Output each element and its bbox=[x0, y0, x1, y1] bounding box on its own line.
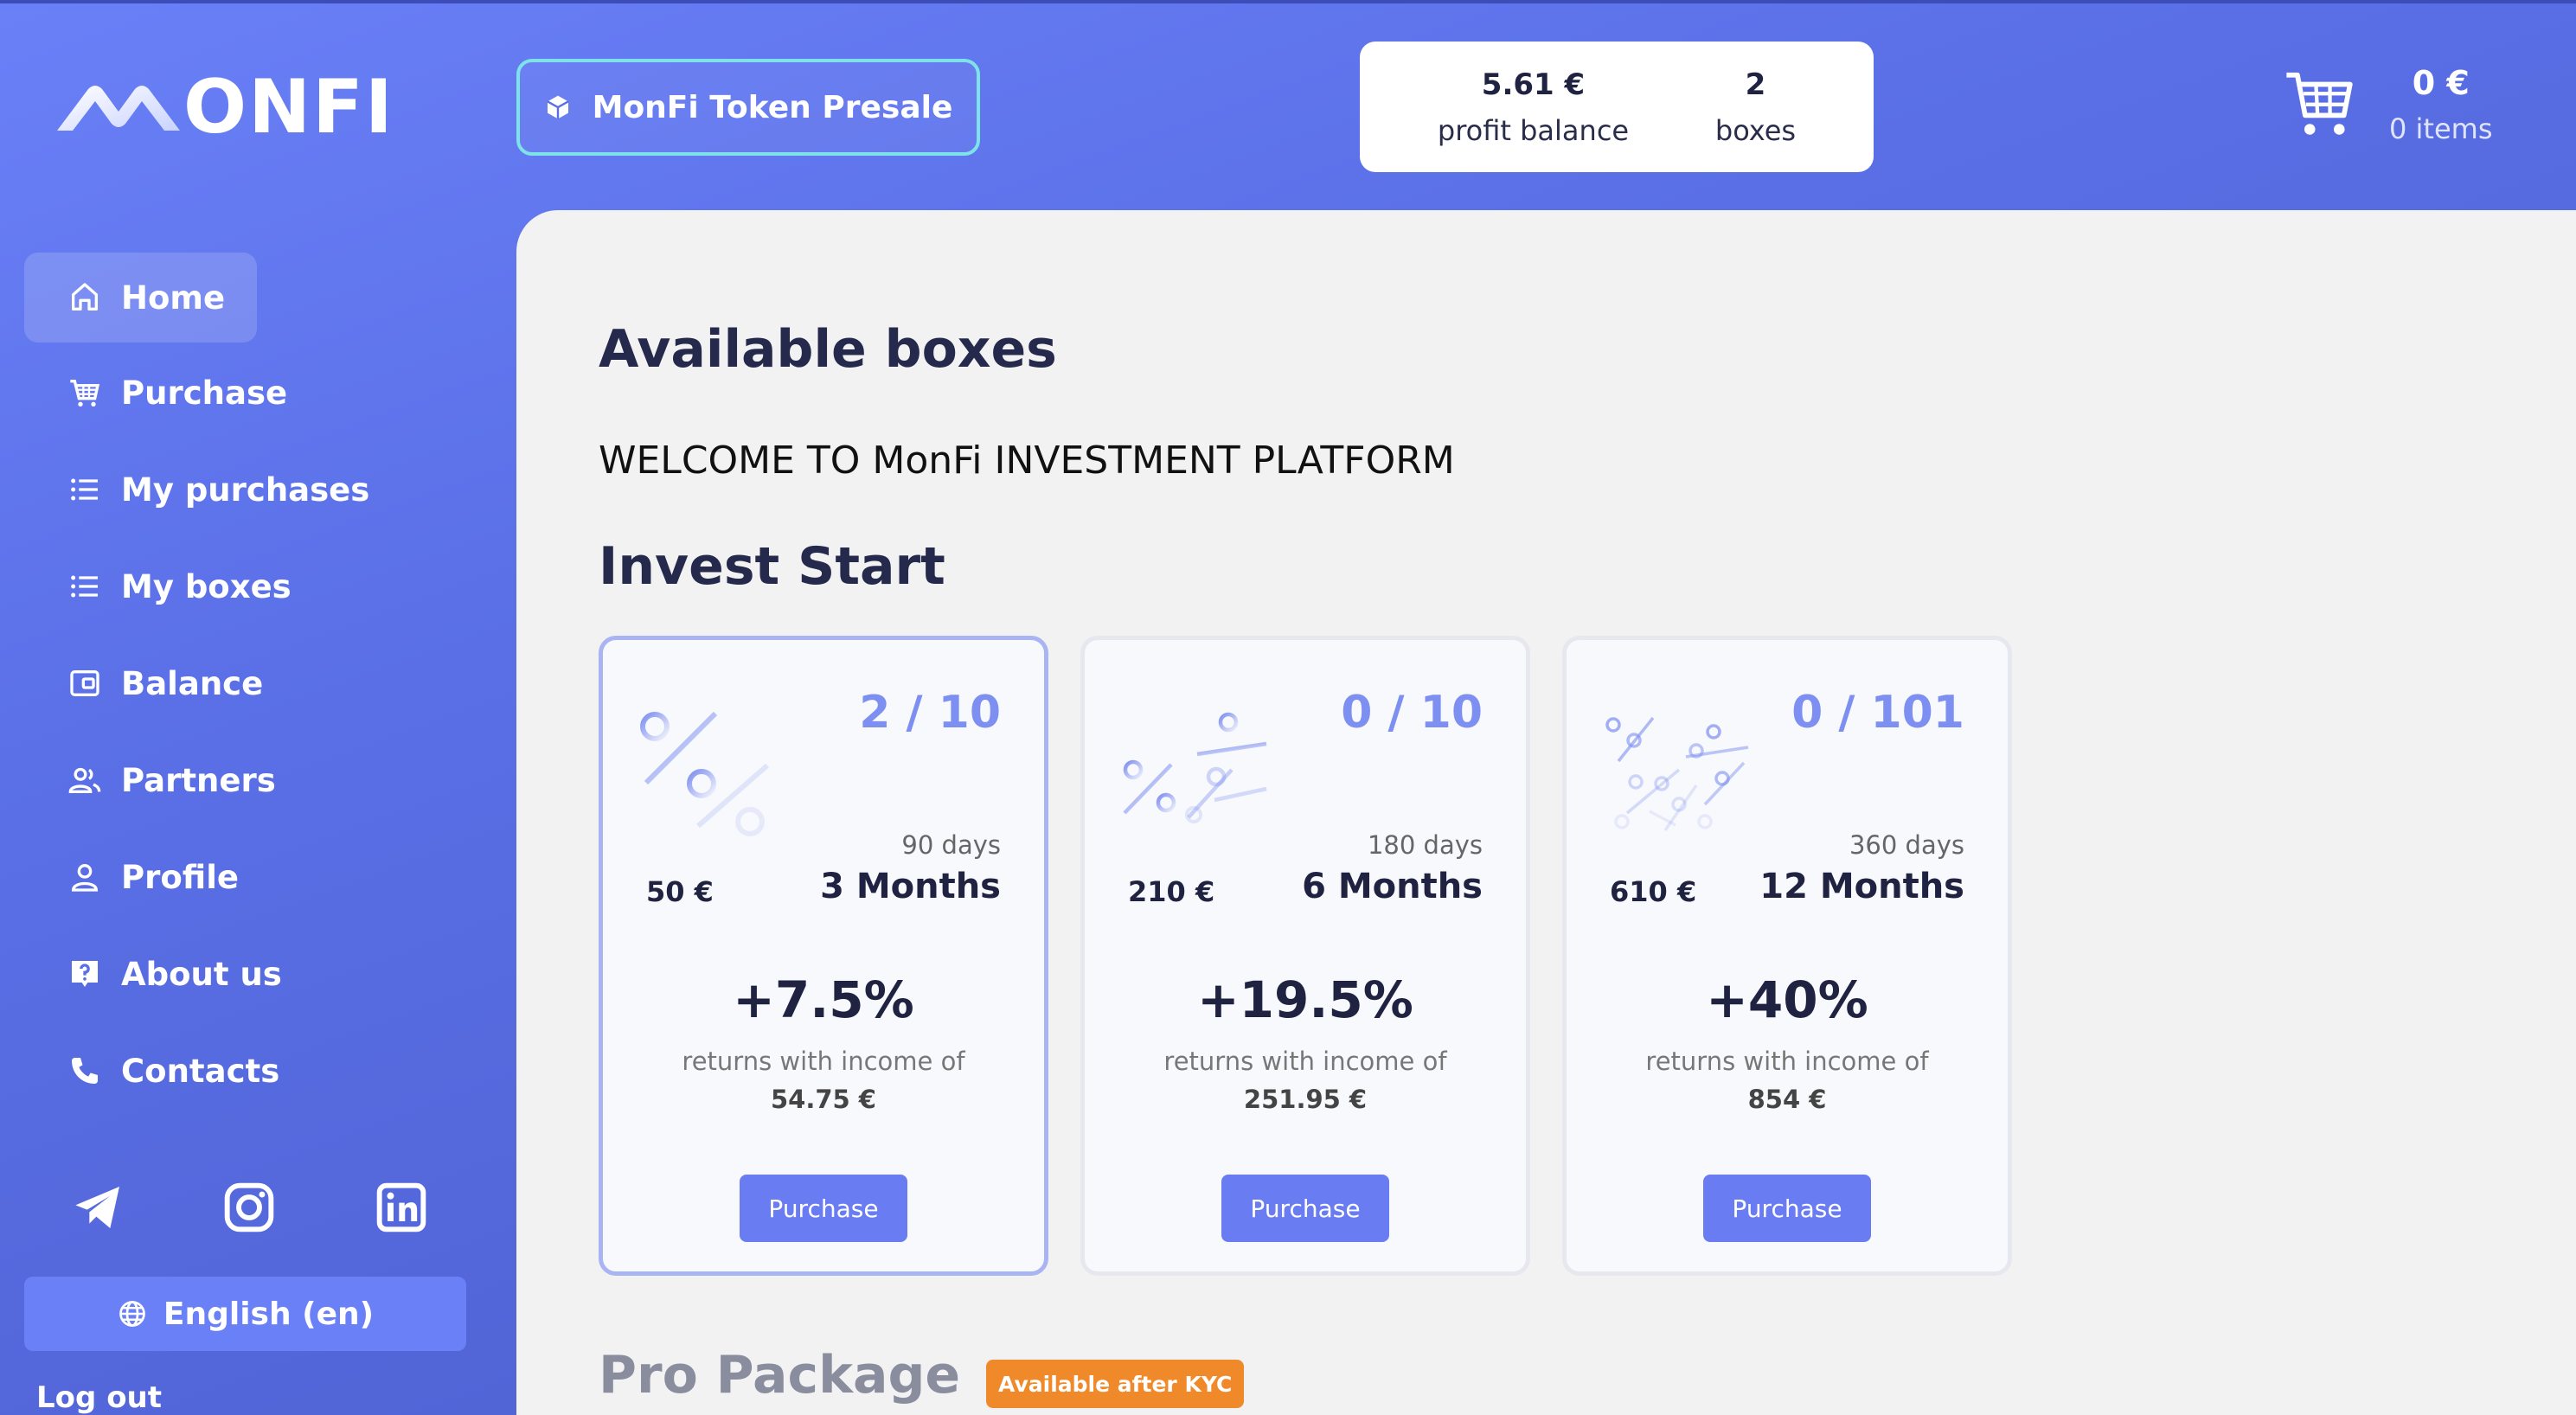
sidebar-item-partners[interactable]: Partners bbox=[24, 735, 321, 825]
sidebar-item-label: Balance bbox=[121, 664, 264, 702]
profit-balance-label: profit balance bbox=[1437, 113, 1630, 147]
sidebar-item-purchase[interactable]: Purchase bbox=[24, 348, 332, 438]
balance-summary-card: 5.61 € profit balance 2 boxes bbox=[1360, 42, 1874, 172]
box-price: 50 € bbox=[646, 875, 714, 908]
sidebar-item-label: My purchases bbox=[121, 471, 370, 509]
cart-items-count: 0 items bbox=[2389, 112, 2493, 145]
question-icon bbox=[72, 961, 98, 987]
logo[interactable]: ONFI bbox=[54, 64, 460, 150]
box-returns-label: returns with income of bbox=[682, 1047, 965, 1076]
box-duration-months: 6 Months bbox=[1302, 867, 1483, 906]
wallet-icon bbox=[70, 670, 99, 696]
investment-box-12-months[interactable]: 0 / 101 360 days 610 € 12 Months +40% re… bbox=[1562, 636, 2012, 1276]
sidebar-item-label: Contacts bbox=[121, 1052, 280, 1090]
sidebar-item-label: Profile bbox=[121, 858, 239, 896]
sidebar-item-balance[interactable]: Balance bbox=[24, 638, 308, 728]
instagram-icon[interactable] bbox=[221, 1180, 277, 1235]
token-presale-button[interactable]: MonFi Token Presale bbox=[516, 59, 980, 156]
profit-balance-stat: 5.61 € profit balance bbox=[1438, 67, 1629, 147]
purchase-button[interactable]: Purchase bbox=[740, 1175, 907, 1242]
globe-icon bbox=[119, 1301, 145, 1327]
logo-text: ONFI bbox=[183, 64, 394, 150]
box-availability-count: 0 / 10 bbox=[1341, 687, 1483, 739]
user-icon bbox=[71, 864, 99, 892]
section-title-pro-package: Pro Package bbox=[599, 1345, 961, 1405]
box-return-percent: +7.5% bbox=[733, 970, 914, 1029]
phone-icon bbox=[72, 1058, 98, 1084]
box-duration-months: 12 Months bbox=[1759, 867, 1964, 906]
profit-balance-value: 5.61 € bbox=[1481, 67, 1586, 102]
welcome-text: WELCOME TO MonFi INVESTMENT PLATFORM bbox=[599, 439, 1455, 483]
sidebar-item-label: Purchase bbox=[121, 374, 288, 412]
kyc-required-badge: Available after KYC bbox=[986, 1360, 1245, 1408]
box-returns-label: returns with income of bbox=[1645, 1047, 1929, 1076]
sidebar-item-label: My boxes bbox=[121, 567, 292, 605]
box-duration-days: 180 days bbox=[1367, 830, 1483, 860]
telegram-icon[interactable] bbox=[71, 1180, 126, 1235]
box-duration-days: 90 days bbox=[901, 830, 1001, 860]
purchase-button[interactable]: Purchase bbox=[1221, 1175, 1389, 1242]
presale-label: MonFi Token Presale bbox=[592, 89, 953, 125]
investment-box-6-months[interactable]: 0 / 10 180 days 210 € 6 Months +19.5% re… bbox=[1080, 636, 1530, 1276]
language-label: English (en) bbox=[163, 1296, 375, 1332]
box-price: 610 € bbox=[1610, 875, 1697, 908]
sidebar-item-my-boxes[interactable]: My boxes bbox=[24, 541, 336, 631]
sidebar-item-profile[interactable]: Profile bbox=[24, 832, 284, 922]
list-icon bbox=[71, 575, 98, 598]
page-title: Available boxes bbox=[599, 319, 1057, 380]
percent-decoration-icon bbox=[640, 711, 769, 836]
boxes-stat: 2 boxes bbox=[1715, 67, 1796, 147]
cart-icon bbox=[70, 380, 100, 407]
boxes-value: 2 bbox=[1745, 67, 1766, 102]
box-duration-days: 360 days bbox=[1849, 830, 1964, 860]
logout-link[interactable]: Log out bbox=[36, 1380, 162, 1415]
users-icon bbox=[68, 767, 101, 793]
main-panel: Available boxes WELCOME TO MonFi INVESTM… bbox=[516, 210, 2576, 1415]
box-availability-count: 2 / 10 bbox=[859, 687, 1001, 739]
logo-mark-icon bbox=[57, 86, 180, 131]
box-income-value: 54.75 € bbox=[770, 1085, 876, 1114]
box-availability-count: 0 / 101 bbox=[1791, 687, 1964, 739]
box-returns-label: returns with income of bbox=[1163, 1047, 1447, 1076]
section-title-invest-start: Invest Start bbox=[599, 536, 945, 597]
percent-decoration-icon bbox=[1605, 716, 1749, 831]
list-icon bbox=[71, 478, 98, 501]
purchase-button[interactable]: Purchase bbox=[1703, 1175, 1871, 1242]
box-return-percent: +19.5% bbox=[1197, 970, 1413, 1029]
cart-summary[interactable]: 0 € 0 items bbox=[2389, 64, 2493, 145]
box-duration-months: 3 Months bbox=[820, 867, 1001, 906]
cart-amount: 0 € bbox=[2412, 64, 2470, 102]
box-income-value: 854 € bbox=[1747, 1085, 1827, 1114]
box-return-percent: +40% bbox=[1706, 970, 1868, 1029]
box-price: 210 € bbox=[1128, 875, 1215, 908]
sidebar-item-about-us[interactable]: About us bbox=[24, 929, 327, 1019]
boxes-label: boxes bbox=[1714, 113, 1797, 147]
sidebar-item-label: Partners bbox=[121, 761, 276, 799]
sidebar-item-contacts[interactable]: Contacts bbox=[24, 1026, 324, 1116]
top-border bbox=[0, 0, 2576, 3]
shopping-cart-icon[interactable] bbox=[2282, 66, 2356, 140]
sidebar-item-label: Home bbox=[121, 279, 226, 317]
percent-decoration-icon bbox=[1123, 712, 1267, 823]
cube-icon bbox=[547, 95, 569, 119]
investment-box-3-months[interactable]: 2 / 10 90 days 50 € 3 Months +7.5% retur… bbox=[599, 636, 1048, 1276]
language-selector[interactable]: English (en) bbox=[24, 1277, 466, 1351]
sidebar-item-home[interactable]: Home bbox=[24, 253, 257, 343]
linkedin-icon[interactable] bbox=[374, 1180, 429, 1235]
box-income-value: 251.95 € bbox=[1243, 1085, 1368, 1114]
sidebar-item-label: About us bbox=[121, 955, 282, 993]
home-icon bbox=[72, 283, 99, 311]
sidebar-item-my-purchases[interactable]: My purchases bbox=[24, 445, 414, 535]
